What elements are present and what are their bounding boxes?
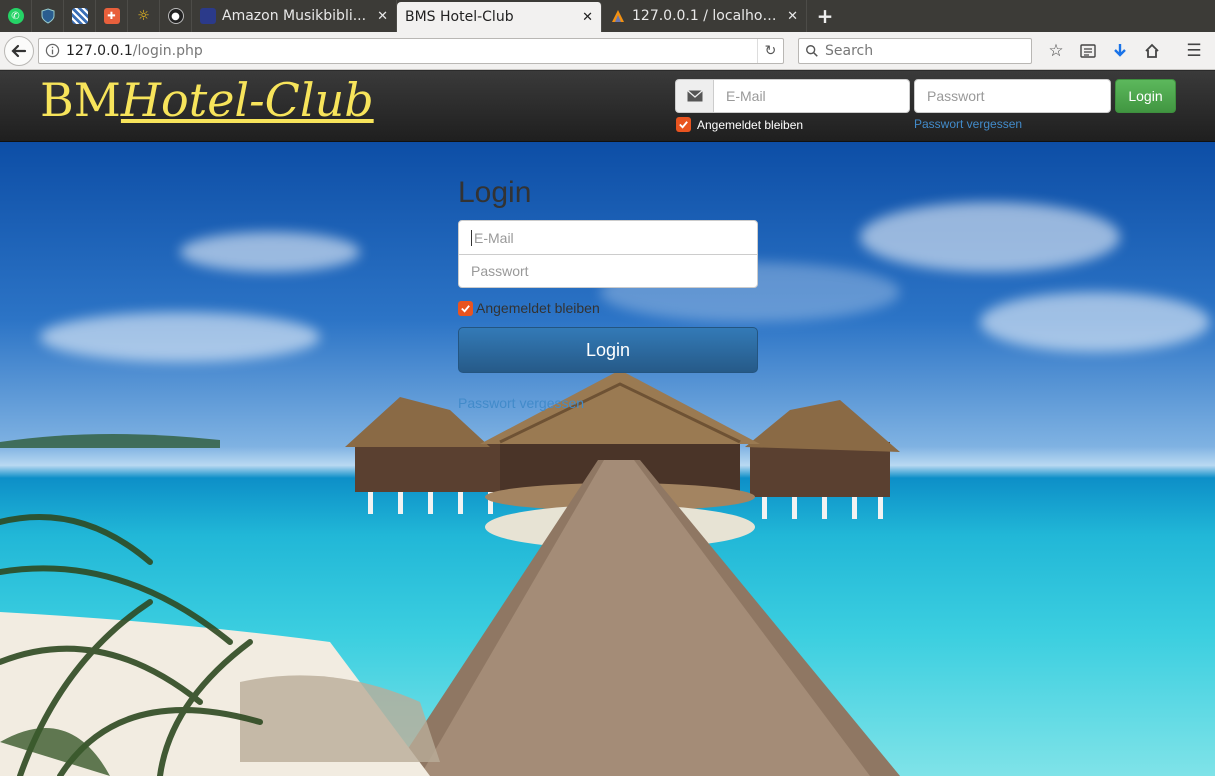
site-header: BMHotel-Club E-Mail Passwort Login Angem… (0, 71, 1215, 142)
github-icon: ● (167, 8, 184, 24)
tab-localhost[interactable]: 127.0.0.1 / localhost... ✕ (602, 0, 807, 32)
pinned-tab-whatsapp[interactable]: ✆ (0, 0, 32, 32)
site-logo[interactable]: BMHotel-Club (40, 73, 374, 127)
pinned-tab-lightbulb[interactable]: ☼ (128, 0, 160, 32)
shield-icon (41, 8, 54, 24)
close-icon[interactable]: ✕ (582, 10, 593, 25)
reading-list-icon[interactable] (1072, 36, 1104, 66)
search-input[interactable]: Search (798, 37, 1032, 64)
login-remember-label: Angemeldet bleiben (476, 300, 600, 316)
browser-nav-bar: 127.0.0.1/login.php ↻ Search ☆ ☰ (0, 32, 1215, 70)
login-email-input[interactable]: E-Mail (459, 221, 757, 254)
url-host: 127.0.0.1 (66, 42, 133, 59)
pattern-icon (71, 8, 88, 24)
tab-title: 127.0.0.1 / localhost... (632, 8, 782, 24)
login-password-input[interactable]: Passwort (459, 254, 757, 287)
tab-amazon-music[interactable]: Amazon Musikbibli... ✕ (192, 0, 397, 32)
checkbox-checked-icon (676, 117, 691, 132)
tab-title: Amazon Musikbibli... (222, 8, 367, 24)
browser-tab-bar: ✆ ✚ ☼ ● Amazon Musikbibli... ✕ BMS Hotel… (0, 0, 1215, 32)
search-icon (806, 44, 818, 57)
bookmark-star-icon[interactable]: ☆ (1040, 36, 1072, 66)
login-remember-checkbox[interactable]: Angemeldet bleiben (458, 300, 758, 316)
home-icon[interactable] (1136, 36, 1168, 66)
header-password-input[interactable]: Passwort (914, 79, 1111, 113)
header-email-placeholder: E-Mail (726, 88, 766, 104)
header-email-input[interactable]: E-Mail (713, 79, 910, 113)
menu-icon[interactable]: ☰ (1178, 36, 1210, 66)
login-title: Login (458, 176, 532, 209)
login-submit-button[interactable]: Login (458, 327, 758, 373)
login-forgot-password-link[interactable]: Passwort vergessen (458, 395, 758, 411)
back-button[interactable] (4, 35, 34, 66)
login-email-placeholder: E-Mail (474, 229, 514, 246)
lightbulb-icon: ☼ (137, 8, 150, 24)
login-fields: E-Mail Passwort (458, 220, 758, 288)
tab-title: BMS Hotel-Club (405, 9, 514, 25)
phpmyadmin-icon (612, 10, 624, 22)
download-icon[interactable] (1104, 36, 1136, 66)
login-panel: Login E-Mail Passwort Angemeldet bleiben… (458, 176, 758, 411)
url-bar[interactable]: 127.0.0.1/login.php ↻ (38, 37, 784, 64)
arrow-left-icon (11, 44, 27, 57)
close-icon[interactable]: ✕ (377, 9, 388, 24)
tab-bms-hotel-club[interactable]: BMS Hotel-Club ✕ (397, 2, 602, 32)
pinned-tab-shield[interactable] (32, 0, 64, 32)
whatsapp-icon: ✆ (7, 8, 24, 24)
header-login-button[interactable]: Login (1115, 79, 1176, 113)
checkbox-checked-icon (458, 300, 473, 316)
search-placeholder: Search (825, 42, 874, 59)
pinned-tab-plus[interactable]: ✚ (96, 0, 128, 32)
pinned-tab-github[interactable]: ● (160, 0, 192, 32)
pinned-tab-pattern[interactable] (64, 0, 96, 32)
brand-part-2: Hotel-Club (120, 73, 374, 127)
brand-part-1: BM (40, 73, 121, 127)
plus-icon: ✚ (103, 8, 120, 24)
reload-icon[interactable]: ↻ (757, 38, 783, 63)
header-email-group: E-Mail (675, 79, 910, 113)
amazon-music-icon (200, 8, 216, 24)
envelope-icon (675, 79, 713, 113)
new-tab-button[interactable]: + (807, 0, 843, 32)
header-remember-checkbox[interactable]: Angemeldet bleiben (676, 117, 803, 132)
login-password-placeholder: Passwort (471, 263, 529, 279)
info-icon (45, 43, 60, 58)
header-password-placeholder: Passwort (927, 88, 985, 104)
text-caret (471, 229, 472, 246)
url-path: /login.php (132, 42, 203, 59)
close-icon[interactable]: ✕ (787, 9, 798, 24)
header-remember-label: Angemeldet bleiben (697, 117, 804, 132)
header-forgot-password-link[interactable]: Passwort vergessen (914, 117, 1022, 131)
